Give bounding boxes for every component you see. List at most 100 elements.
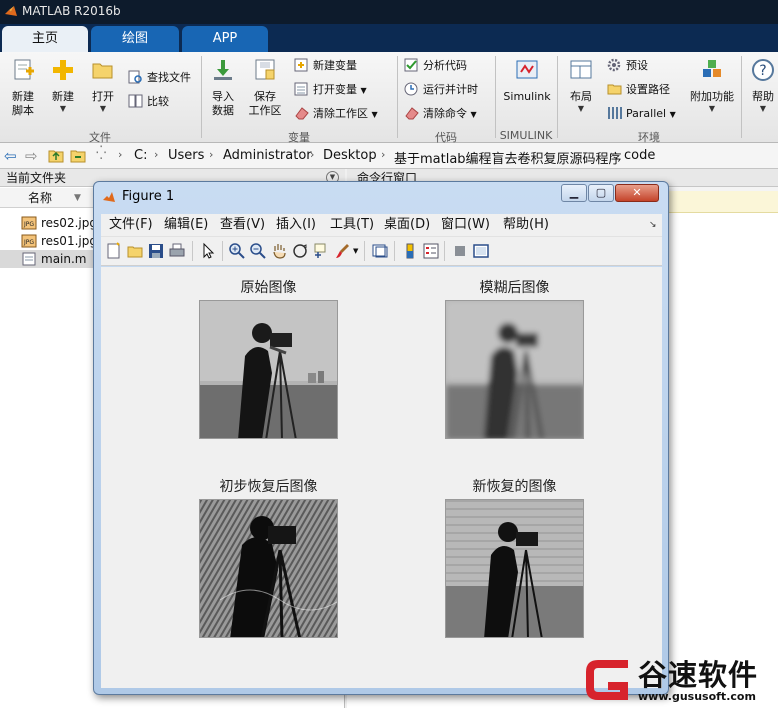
help-button[interactable]: ? 帮助 ▼ (747, 56, 778, 113)
ribbon-divider (397, 56, 398, 138)
clear-commands-button[interactable]: 清除命令 ▼ (404, 104, 477, 124)
browse-folder-icon[interactable] (70, 148, 86, 163)
zoom-out-icon[interactable] (249, 242, 267, 260)
matlab-figure-icon (103, 192, 115, 202)
breadcrumb-separator-icon: › (118, 148, 123, 161)
open-button[interactable]: 打开 ▼ (84, 56, 122, 113)
forward-arrow-icon[interactable]: ⇨ (25, 147, 38, 165)
brush-icon[interactable] (333, 242, 351, 260)
save-workspace-button[interactable]: 保存 工作区 (245, 56, 285, 118)
compare-button[interactable]: 比较 (128, 92, 169, 112)
breadcrumb-users[interactable]: Users (168, 148, 204, 163)
tab-plots[interactable]: 绘图 (91, 26, 179, 52)
save-icon[interactable] (147, 242, 165, 260)
back-arrow-icon[interactable]: ⇦ (4, 147, 17, 165)
preferences-button[interactable]: 预设 (607, 56, 648, 76)
menu-insert[interactable]: 插入(I) (276, 214, 316, 236)
open-variable-label: 打开变量 (313, 83, 357, 96)
column-header-name[interactable]: 名称 ▼ (0, 188, 100, 208)
file-row[interactable]: JPG res02.jpg (0, 214, 100, 232)
up-folder-icon[interactable] (48, 148, 64, 163)
close-button[interactable]: ✕ (615, 184, 659, 202)
menu-desktop[interactable]: 桌面(D) (384, 214, 430, 236)
ribbon-divider (495, 56, 496, 138)
run-and-time-label: 运行并计时 (423, 83, 478, 96)
layout-button[interactable]: 布局 ▼ (563, 56, 599, 113)
pointer-icon[interactable] (199, 242, 217, 260)
figure-canvas[interactable]: 原始图像 模糊后图像 初步恢复后图像 新恢复的图像 (101, 267, 662, 688)
new-button[interactable]: 新建 ▼ (44, 56, 82, 113)
dropdown-arrow-icon[interactable]: ▼ (471, 110, 477, 119)
new-script-button[interactable]: 新建 脚本 (4, 56, 42, 118)
minimize-button[interactable]: ▁ (561, 184, 587, 202)
import-data-button[interactable]: 导入 数据 (205, 56, 241, 118)
analyze-code-button[interactable]: 分析代码 (404, 56, 467, 76)
svg-text:JPG: JPG (23, 221, 34, 228)
watermark-url: www.gususoft.com (638, 690, 756, 703)
menu-tools[interactable]: 工具(T) (330, 214, 374, 236)
new-variable-button[interactable]: 新建变量 (294, 56, 357, 76)
tab-apps[interactable]: APP (182, 26, 268, 52)
cameraman-image (200, 301, 337, 438)
link-plot-icon[interactable] (371, 242, 389, 260)
breadcrumb-drive[interactable]: C: (134, 148, 147, 163)
image-original (199, 300, 338, 439)
new-restored-image (446, 500, 583, 637)
parallel-button[interactable]: Parallel ▼ (607, 104, 676, 124)
dropdown-arrow-icon: ▼ (99, 104, 107, 113)
menu-view[interactable]: 查看(V) (220, 214, 265, 236)
import-data-icon (214, 60, 232, 80)
dropdown-arrow-icon[interactable]: ▼ (372, 110, 378, 119)
simulink-button[interactable]: Simulink (500, 56, 554, 104)
menu-edit[interactable]: 编辑(E) (164, 214, 208, 236)
initial-restored-image (200, 500, 337, 637)
find-files-icon (128, 70, 142, 84)
breadcrumb-separator-icon: › (610, 148, 615, 161)
open-file-icon[interactable] (126, 242, 144, 260)
subplot-title-new-restored: 新恢复的图像 (472, 479, 557, 495)
breadcrumb-code[interactable]: code (624, 148, 655, 163)
breadcrumb-desktop[interactable]: Desktop (323, 148, 377, 163)
dropdown-arrow-icon[interactable]: ▼ (353, 247, 358, 255)
find-files-button[interactable]: 查找文件 (128, 68, 191, 88)
rotate-3d-icon[interactable] (291, 242, 309, 260)
section-file-label: 文件 (89, 131, 111, 144)
blurred-cameraman-image (446, 301, 583, 438)
breadcrumb-administrator[interactable]: Administrator (223, 148, 312, 163)
analyze-code-icon (404, 58, 418, 72)
clear-workspace-button[interactable]: 清除工作区 ▼ (294, 104, 378, 124)
new-script-icon (14, 59, 34, 80)
print-icon[interactable] (168, 242, 186, 260)
file-row[interactable]: JPG res01.jpg (0, 232, 100, 250)
run-and-time-button[interactable]: 运行并计时 (404, 80, 478, 100)
open-variable-button[interactable]: 打开变量 ▼ (294, 80, 367, 100)
toolbar-divider (444, 241, 445, 261)
hide-plot-tools-icon[interactable] (451, 242, 469, 260)
parallel-icon (608, 107, 622, 119)
dropdown-arrow-icon[interactable]: ▼ (361, 86, 367, 95)
addons-button[interactable]: 附加功能 ▼ (686, 56, 738, 113)
maximize-button[interactable]: ▢ (588, 184, 614, 202)
set-path-button[interactable]: 设置路径 (607, 80, 670, 100)
layout-label: 布局 (570, 90, 592, 103)
save-workspace-icon (255, 59, 275, 80)
sort-arrow-icon: ▼ (74, 193, 81, 203)
breadcrumb-project-folder[interactable]: 基于matlab编程盲去卷积复原源码程序 (394, 148, 622, 167)
menu-window[interactable]: 窗口(W) (441, 214, 490, 236)
new-variable-label: 新建变量 (313, 59, 357, 72)
menu-file[interactable]: 文件(F) (109, 214, 153, 236)
menu-overflow-icon[interactable]: ↘ (649, 214, 657, 236)
tab-home[interactable]: 主页 (2, 26, 88, 52)
save-workspace-label: 保存 工作区 (248, 90, 282, 117)
data-cursor-icon[interactable] (312, 242, 330, 260)
show-plot-tools-icon[interactable] (472, 242, 490, 260)
menu-help[interactable]: 帮助(H) (503, 214, 549, 236)
legend-icon[interactable] (422, 242, 440, 260)
zoom-in-icon[interactable] (228, 242, 246, 260)
pan-hand-icon[interactable] (270, 242, 288, 260)
section-variable-label: 变量 (288, 131, 310, 144)
colorbar-icon[interactable] (401, 242, 419, 260)
new-figure-icon[interactable] (105, 242, 123, 260)
file-row-selected[interactable]: main.m (0, 250, 100, 268)
dropdown-arrow-icon[interactable]: ▼ (670, 110, 676, 119)
